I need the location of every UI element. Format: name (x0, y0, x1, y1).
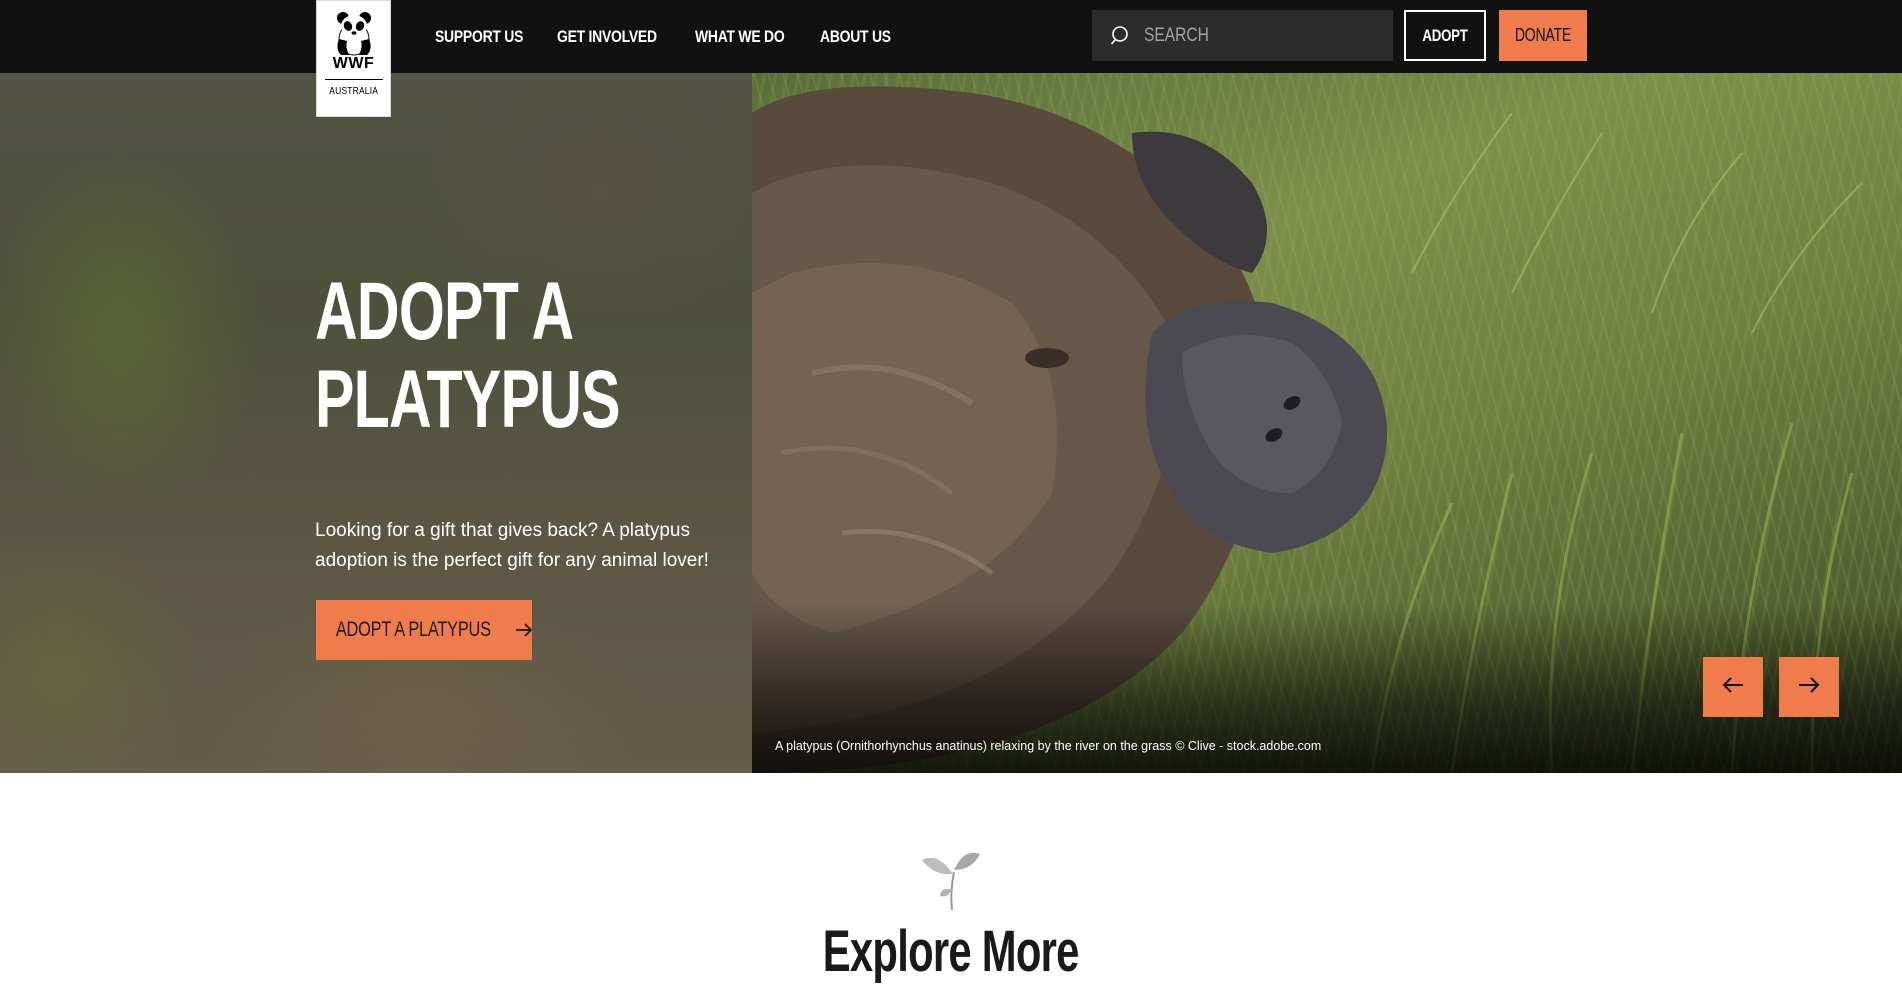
adopt-button[interactable]: ADOPT (1404, 10, 1486, 61)
panda-icon (336, 12, 371, 56)
logo-country: AUSTRALIA (329, 86, 378, 97)
top-navigation-bar: SUPPORT US GET INVOLVED WHAT WE DO ABOUT… (0, 0, 1902, 73)
explore-more-heading-text: Explore More (823, 919, 1080, 984)
donate-button[interactable]: DONATE (1499, 10, 1587, 61)
nav-item-support-us[interactable]: SUPPORT US (435, 27, 523, 47)
carousel-next-button[interactable] (1779, 657, 1839, 717)
nav-item-about-us[interactable]: ABOUT US (820, 27, 891, 47)
wwf-logo[interactable]: WWF AUSTRALIA (316, 0, 391, 117)
arrow-right-icon (514, 622, 534, 638)
nav-item-what-we-do[interactable]: WHAT WE DO (695, 27, 785, 47)
hero-description: Looking for a gift that gives back? A pl… (315, 520, 709, 571)
arrow-left-icon (1721, 676, 1745, 699)
explore-more-heading: Explore More (0, 918, 1902, 985)
nav-item-get-involved[interactable]: GET INVOLVED (557, 27, 657, 47)
logo-divider (324, 79, 383, 80)
search-input[interactable] (1144, 24, 1333, 47)
logo-brand: WWF (332, 55, 375, 72)
search-icon[interactable] (1108, 23, 1134, 49)
adopt-button-label: ADOPT (1422, 25, 1468, 45)
seedling-icon (920, 842, 982, 917)
adopt-platypus-button[interactable]: ADOPT A PLATYPUS (316, 600, 534, 660)
search-box[interactable] (1092, 10, 1393, 61)
hero-title: ADOPT A PLATYPUS (315, 266, 621, 445)
adopt-platypus-button-label: ADOPT A PLATYPUS (335, 618, 491, 641)
donate-button-label: DONATE (1514, 25, 1572, 45)
main-nav: SUPPORT US GET INVOLVED WHAT WE DO ABOUT… (435, 0, 939, 73)
carousel-prev-button[interactable] (1703, 657, 1763, 717)
arrow-right-icon (1797, 676, 1821, 699)
hero-section: ADOPT A PLATYPUS Looking for a gift that… (0, 73, 1902, 773)
image-caption: A platypus (Ornithorhynchus anatinus) re… (775, 739, 1322, 753)
